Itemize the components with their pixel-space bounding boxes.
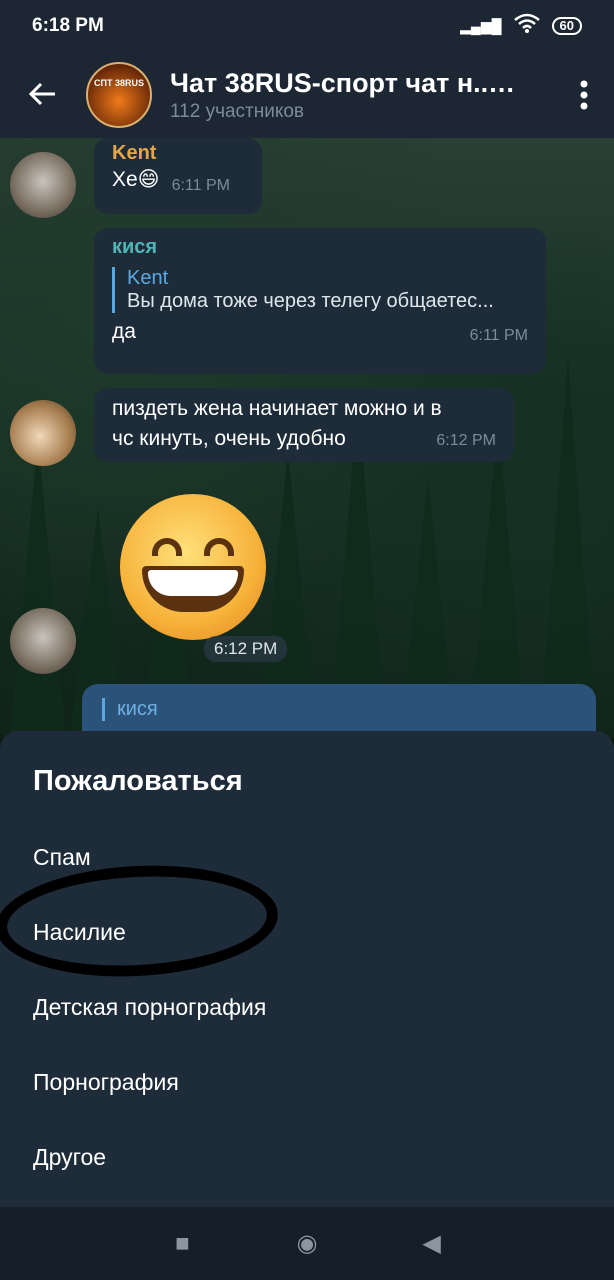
message-text-line: чс кинуть, очень удобно: [112, 427, 346, 450]
message-text-line: пиздеть жена начинает можно и в: [112, 397, 442, 420]
member-count: 112 участников: [170, 100, 305, 122]
sender-name: Kent: [112, 142, 157, 164]
message-time: 6:11 PM: [171, 177, 230, 194]
chat-header: СПТ 38RUS Чат 38RUS-спорт чат н...🔇 112 …: [0, 52, 614, 138]
back-arrow-icon[interactable]: [0, 76, 86, 115]
avatar[interactable]: [10, 608, 76, 674]
wifi-icon: [513, 13, 540, 39]
group-avatar[interactable]: СПТ 38RUS: [86, 62, 152, 128]
status-time: 6:18 PM: [32, 15, 104, 36]
report-option-pornography[interactable]: Порнография: [0, 1044, 614, 1120]
report-option-child-abuse[interactable]: Детская порнография: [0, 969, 614, 1045]
message-time: 6:11 PM: [469, 327, 528, 344]
back-triangle-icon[interactable]: ◀: [402, 1229, 462, 1258]
sheet-title: Пожаловаться: [33, 765, 243, 797]
status-icons: ▂▄▆█ 60: [460, 13, 582, 39]
group-info[interactable]: Чат 38RUS-спорт чат н...🔇 112 участников: [170, 68, 520, 123]
reply-sender: кися: [117, 698, 158, 720]
avatar[interactable]: [10, 400, 76, 466]
avatar[interactable]: [10, 152, 76, 218]
report-option-other[interactable]: Другое: [0, 1119, 614, 1195]
message-time: 6:12 PM: [204, 636, 288, 662]
message-text: Хе😄: [112, 168, 160, 191]
status-bar: 6:18 PM ▂▄▆█ 60: [0, 0, 614, 52]
grinning-emoji-sticker[interactable]: [120, 494, 266, 640]
system-nav-bar: ■ ◉ ◀: [0, 1207, 614, 1280]
group-title: Чат 38RUS-спорт чат н...🔇: [170, 68, 520, 99]
reply-quote[interactable]: кися: [102, 698, 576, 721]
recents-square-icon[interactable]: ■: [152, 1230, 212, 1258]
message-bubble[interactable]: кися Kent Вы дома тоже через телегу обща…: [94, 228, 546, 374]
sender-name: кися: [112, 236, 158, 258]
message-time: 6:12 PM: [436, 432, 496, 449]
signal-icon: ▂▄▆█: [460, 17, 502, 34]
reply-sender: Kent: [127, 267, 169, 289]
message-bubble[interactable]: Kent Хе😄 6:11 PM: [94, 138, 262, 214]
message-bubble[interactable]: пиздеть жена начинает можно и в чс кинут…: [94, 388, 514, 462]
reply-quote[interactable]: Kent Вы дома тоже через телегу общаетес.…: [112, 267, 528, 313]
reply-text: Вы дома тоже через телегу общаетес...: [127, 290, 494, 312]
home-circle-icon[interactable]: ◉: [277, 1229, 337, 1258]
battery-icon: 60: [551, 17, 582, 35]
more-vertical-icon[interactable]: [554, 80, 614, 110]
message-text: да: [112, 320, 136, 343]
